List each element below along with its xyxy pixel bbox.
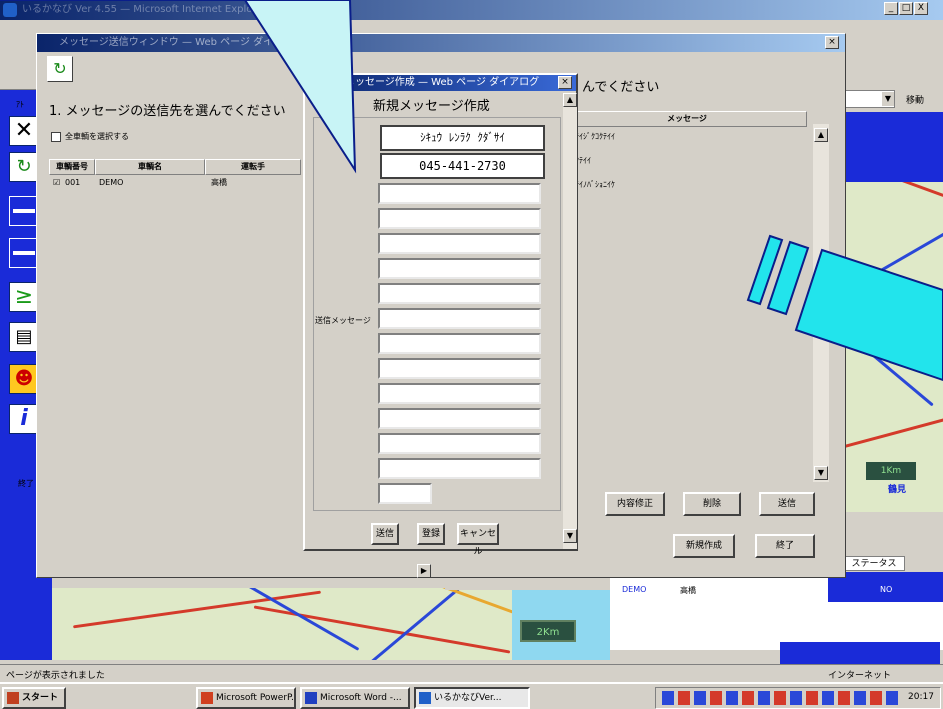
taskbar: スタート Microsoft PowerP... Microsoft Word …	[0, 682, 943, 709]
ie-icon	[419, 692, 431, 704]
taskbar-word[interactable]: Microsoft Word -...	[300, 687, 410, 709]
callout-shape	[0, 0, 357, 174]
clock: 20:17	[908, 692, 934, 702]
tray-icons	[662, 691, 902, 705]
taskbar-label: いるかなびVer...	[434, 693, 502, 703]
windows-flag-icon	[7, 692, 19, 704]
taskbar-powerpoint[interactable]: Microsoft PowerP...	[196, 687, 296, 709]
cyan-bar-large	[794, 248, 943, 382]
taskbar-irukanavi[interactable]: いるかなびVer...	[414, 687, 530, 709]
powerpoint-icon	[201, 692, 213, 704]
status-text: ページが表示されました	[6, 671, 105, 681]
start-button[interactable]: スタート	[2, 687, 66, 709]
ie-status-bar: ページが表示されました インターネット	[0, 664, 943, 682]
start-label: スタート	[22, 693, 59, 703]
taskbar-label: Microsoft Word -...	[320, 693, 402, 703]
callout-overlay	[0, 0, 943, 382]
status-zone: インターネット	[828, 671, 892, 681]
taskbar-label: Microsoft PowerP...	[216, 693, 296, 703]
word-icon	[305, 692, 317, 704]
system-tray: 20:17	[655, 687, 941, 709]
